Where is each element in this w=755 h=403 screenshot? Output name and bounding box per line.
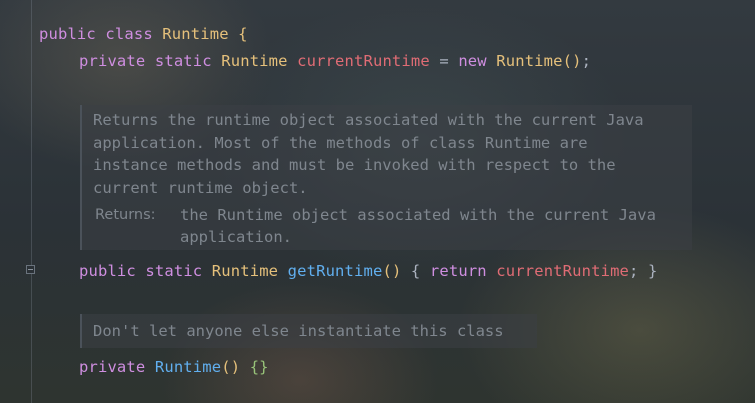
javadoc-line: current runtime object. [93,178,308,197]
method-name: getRuntime [287,262,383,280]
constructor-body-braces: {} [249,358,269,376]
returned-field: currentRuntime [496,262,630,280]
return-type: Runtime [211,262,279,280]
open-brace: { [238,25,248,43]
javadoc-line: instance methods and must be invoked wit… [93,156,616,174]
code-line-private-constructor[interactable]: private Runtime() {} [79,357,269,377]
field-type: Runtime [221,52,288,70]
method-open-brace: { [410,262,421,280]
method-close-brace: } [648,262,658,280]
code-line-class-declaration[interactable]: public class Runtime { [39,24,248,44]
call-parens: () [562,52,582,70]
keyword-static: static [154,52,212,70]
method-parens: () [382,262,402,280]
keyword-class: class [105,25,153,43]
semicolon: ; [629,262,639,280]
javadoc-returns-text: application. [180,228,292,246]
keyword-new: new [458,52,487,70]
keyword-public: public [39,25,96,43]
code-line-getruntime-method[interactable]: public static Runtime getRuntime() { ret… [79,261,657,281]
javadoc-returns-text: the Runtime object associated with the c… [180,206,656,224]
class-name: Runtime [162,25,229,43]
constructor-call: Runtime [496,52,563,70]
assign-operator: = [439,52,449,70]
keyword-return: return [429,262,487,280]
javadoc-line: Returns the runtime object associated wi… [93,111,644,129]
keyword-private: private [79,358,146,376]
keyword-private: private [79,52,146,70]
javadoc-returns-label: Returns: [95,207,156,223]
gutter-divider [31,0,32,403]
constructor-parens: () [221,358,241,376]
comment-text: Don't let anyone else instantiate this c… [93,322,504,340]
javadoc-line: application. Most of the methods of clas… [93,133,588,152]
code-line-field-declaration[interactable]: private static Runtime currentRuntime = … [79,51,591,71]
semicolon: ; [581,52,592,70]
fold-collapse-icon[interactable] [26,265,35,274]
constructor-name: Runtime [154,358,222,376]
keyword-static: static [145,262,203,280]
field-name: currentRuntime [297,52,430,70]
keyword-public: public [79,262,136,280]
